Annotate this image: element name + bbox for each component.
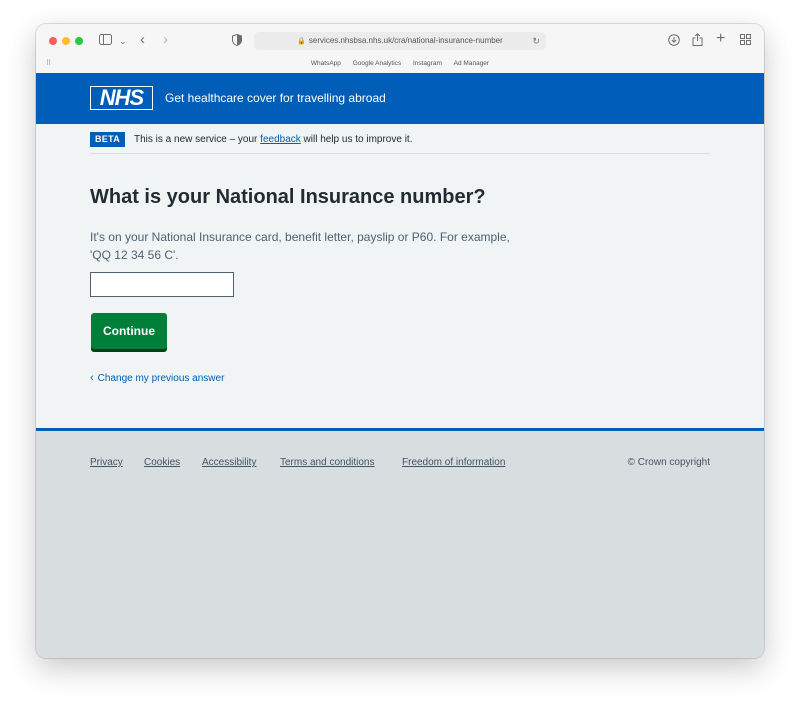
phase-banner-text: This is a new service – your feedback wi… <box>134 133 412 146</box>
beta-tag: BETA <box>90 132 126 147</box>
main-content: BETA This is a new service – your feedba… <box>36 124 764 428</box>
close-window-button[interactable] <box>49 37 57 45</box>
zoom-window-button[interactable] <box>75 37 83 45</box>
address-bar[interactable]: 🔒 services.nhsbsa.nhs.uk/cra/national-ins… <box>254 32 546 50</box>
change-previous-answer-link[interactable]: ‹ Change my previous answer <box>90 372 224 385</box>
footer-link-accessibility[interactable]: Accessibility <box>202 456 256 469</box>
service-name[interactable]: Get healthcare cover for travelling abro… <box>165 90 386 106</box>
chevron-right-icon[interactable]: › <box>163 32 168 47</box>
bookmark-instagram[interactable]: Instagram <box>413 60 442 67</box>
footer-link-terms[interactable]: Terms and conditions <box>280 456 375 469</box>
site-header: NHS Get healthcare cover for travelling … <box>36 73 764 124</box>
footer-link-cookies[interactable]: Cookies <box>144 456 180 469</box>
footer-link-freedom-of-information[interactable]: Freedom of information <box>402 456 505 469</box>
crown-copyright: © Crown copyright <box>627 457 710 468</box>
lock-icon: 🔒 <box>297 38 306 45</box>
chevron-left-icon: ‹ <box>90 372 94 384</box>
phase-banner: BETA This is a new service – your feedba… <box>90 130 710 154</box>
browser-toolbar: ⌄ ‹ › 🔒 services.nhsbsa.nhs.uk/cra/nation… <box>36 24 764 74</box>
bookmark-ad-manager[interactable]: Ad Manager <box>454 60 489 67</box>
footer-link-privacy[interactable]: Privacy <box>90 456 123 469</box>
bookmark-google-analytics[interactable]: Google Analytics <box>353 60 401 67</box>
continue-button[interactable]: Continue <box>91 313 167 349</box>
bookmark-whatsapp[interactable]: WhatsApp <box>311 60 341 67</box>
minimize-window-button[interactable] <box>62 37 70 45</box>
url-text: services.nhsbsa.nhs.uk/cra/national-insu… <box>308 36 503 45</box>
national-insurance-number-input[interactable] <box>90 272 234 297</box>
plus-icon[interactable]: + <box>716 31 725 47</box>
hint-text: It's on your National Insurance card, be… <box>90 228 560 264</box>
hint-line-1: It's on your National Insurance card, be… <box>90 230 510 244</box>
page-title: What is your National Insurance number? <box>90 186 486 208</box>
bookmarks-bar: WhatsApp Google Analytics Instagram Ad M… <box>36 58 764 70</box>
nhs-logo[interactable]: NHS <box>90 86 153 110</box>
phase-text-after: will help us to improve it. <box>300 134 413 145</box>
back-link-label: Change my previous answer <box>97 373 225 384</box>
chevron-left-icon[interactable]: ‹ <box>140 32 145 47</box>
tab-overview-icon[interactable] <box>740 34 751 48</box>
share-icon[interactable] <box>692 33 703 49</box>
feedback-link[interactable]: feedback <box>260 134 301 145</box>
reload-icon[interactable]: ↻ <box>532 32 540 50</box>
site-footer: Privacy Cookies Accessibility Terms and … <box>36 428 764 658</box>
hint-line-2: 'QQ 12 34 56 C'. <box>90 248 179 262</box>
chevron-down-icon[interactable]: ⌄ <box>119 34 127 48</box>
sidebar-icon[interactable] <box>99 34 112 48</box>
phase-text-before: This is a new service – your <box>134 134 261 145</box>
download-icon[interactable] <box>668 34 680 49</box>
browser-window: ⌄ ‹ › 🔒 services.nhsbsa.nhs.uk/cra/nation… <box>36 24 764 658</box>
shield-icon[interactable] <box>232 33 242 49</box>
